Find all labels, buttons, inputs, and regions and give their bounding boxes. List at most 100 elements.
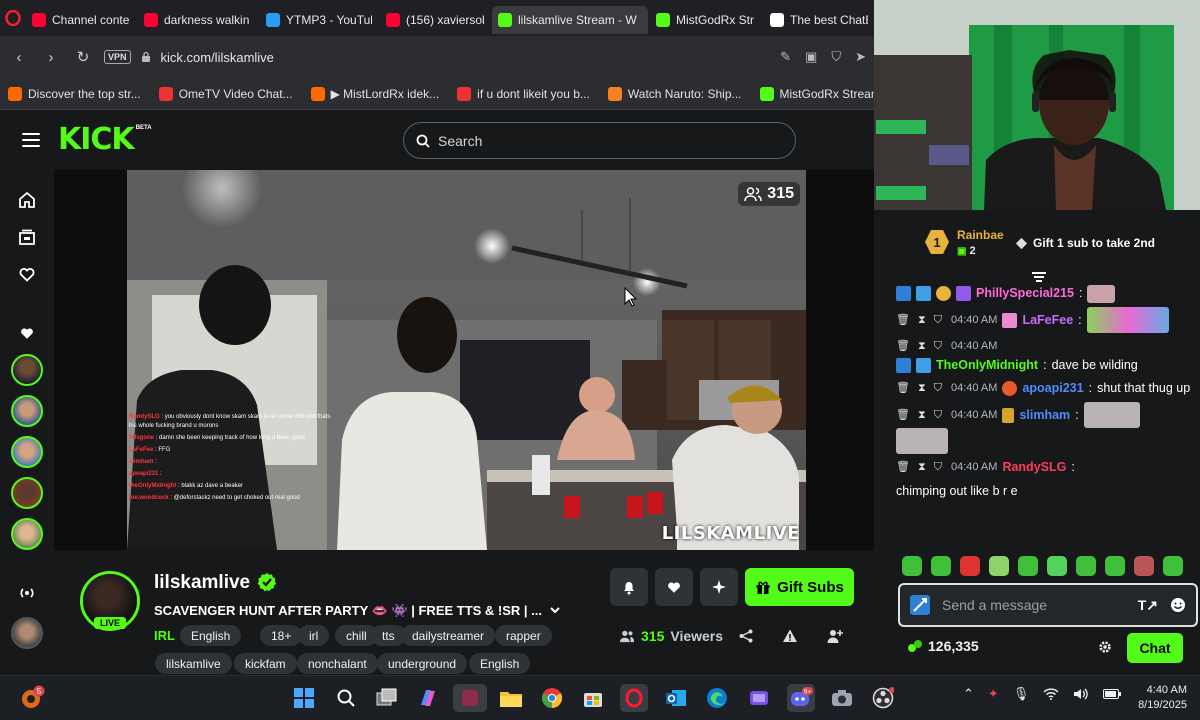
- report-icon[interactable]: [782, 628, 798, 644]
- user-plus-icon[interactable]: [827, 628, 843, 644]
- stream-tag[interactable]: nonchalant: [297, 653, 378, 674]
- obs-icon[interactable]: [869, 684, 897, 712]
- text-format-icon[interactable]: T↗: [1138, 597, 1158, 614]
- followed-channel-avatar[interactable]: [11, 436, 43, 468]
- timeout-icon[interactable]: ⧗: [918, 379, 926, 398]
- opera-gx-icon[interactable]: 5: [18, 684, 46, 712]
- stream-tag[interactable]: rapper: [495, 625, 552, 646]
- reload-icon[interactable]: ↻: [72, 46, 94, 68]
- followed-channel-avatar[interactable]: [11, 395, 43, 427]
- browser-tab[interactable]: Channel content: [26, 6, 136, 34]
- bookmark-item[interactable]: if u dont likeit you b...: [457, 86, 590, 101]
- browser-tab[interactable]: lilskamlive Stream - W: [492, 6, 648, 34]
- ban-icon[interactable]: ⛉: [934, 311, 942, 330]
- quick-emote[interactable]: [1105, 556, 1125, 576]
- chat-username[interactable]: LaFeFee: [1022, 311, 1073, 330]
- timeout-icon[interactable]: ⧗: [918, 337, 926, 356]
- followed-channel-avatar[interactable]: [11, 477, 43, 509]
- sparkle-button[interactable]: [700, 568, 738, 606]
- stream-tag[interactable]: English: [180, 625, 242, 646]
- following-icon[interactable]: [16, 263, 38, 285]
- task-view-icon[interactable]: [373, 684, 401, 712]
- pinned-app-icon[interactable]: [453, 684, 487, 712]
- stream-tag[interactable]: kickfam: [234, 653, 297, 674]
- chat-message-input[interactable]: [942, 597, 1126, 613]
- edit-icon[interactable]: ✎: [780, 49, 791, 65]
- gear-icon[interactable]: [1098, 640, 1112, 654]
- ban-icon[interactable]: ⛉: [934, 379, 942, 398]
- stream-tag[interactable]: 18+: [260, 625, 303, 646]
- chat-username[interactable]: slimham: [1019, 406, 1070, 425]
- quick-emote[interactable]: [989, 556, 1009, 576]
- recommended-channel-avatar[interactable]: [11, 617, 43, 649]
- chevron-down-icon[interactable]: [548, 603, 562, 617]
- delete-icon[interactable]: 🗑︎: [896, 406, 910, 425]
- stream-tag[interactable]: irl: [298, 625, 330, 646]
- share-icon[interactable]: [738, 628, 754, 644]
- quick-emote[interactable]: [1047, 556, 1067, 576]
- stream-tag[interactable]: lilskamlive: [155, 653, 232, 674]
- shield-icon[interactable]: ⛉: [831, 49, 841, 65]
- bookmark-item[interactable]: ▶ MistLordRx idek...: [310, 86, 439, 101]
- windows-start-icon[interactable]: [290, 684, 318, 712]
- chevron-up-icon[interactable]: ⌃: [963, 686, 974, 702]
- video-player[interactable]: RandySLG : you obviously dont know skam …: [127, 170, 806, 550]
- timeout-icon[interactable]: ⧗: [918, 311, 926, 330]
- timeout-icon[interactable]: ⧗: [918, 406, 926, 425]
- bookmark-item[interactable]: Discover the top str...: [8, 86, 141, 101]
- store-icon[interactable]: [579, 684, 607, 712]
- chrome-icon[interactable]: [538, 684, 566, 712]
- volume-icon[interactable]: [1073, 687, 1089, 701]
- followed-channel-avatar[interactable]: [11, 518, 43, 550]
- quick-emote[interactable]: [1018, 556, 1038, 576]
- follow-button[interactable]: [655, 568, 693, 606]
- camera-icon[interactable]: ▣: [805, 49, 817, 65]
- kick-logo[interactable]: KICK BETA: [40, 125, 152, 155]
- home-icon[interactable]: [16, 189, 38, 211]
- stream-tag[interactable]: dailystreamer: [401, 625, 496, 646]
- taskbar-clock[interactable]: 4:40 AM 8/19/2025: [1123, 683, 1187, 713]
- url-field[interactable]: kick.com/lilskamlive: [161, 50, 771, 65]
- ban-icon[interactable]: ⛉: [934, 406, 942, 425]
- gift-prompt[interactable]: Gift 1 sub to take 2nd: [1015, 236, 1155, 250]
- gift-subs-button[interactable]: Gift Subs: [745, 568, 854, 606]
- chat-username[interactable]: apoapi231: [1022, 379, 1083, 398]
- stream-tag[interactable]: underground: [377, 653, 468, 674]
- chat-username[interactable]: TheOnlyMidnight: [936, 356, 1038, 375]
- browser-tab[interactable]: The best ChatBo: [764, 6, 874, 34]
- browser-tab[interactable]: (156) xaviersobase: [380, 6, 490, 34]
- chat-send-button[interactable]: Chat: [1127, 633, 1183, 663]
- timeout-icon[interactable]: ⧗: [918, 458, 926, 477]
- channel-points[interactable]: 126,335: [907, 638, 979, 654]
- camera-app-icon[interactable]: [828, 684, 856, 712]
- browser-tab[interactable]: MistGodRx Str: [650, 6, 762, 34]
- delete-icon[interactable]: 🗑︎: [896, 311, 910, 330]
- category-link[interactable]: IRL: [154, 628, 175, 643]
- delete-icon[interactable]: 🗑︎: [896, 379, 910, 398]
- file-explorer-icon[interactable]: [497, 684, 525, 712]
- delete-icon[interactable]: 🗑︎: [896, 458, 910, 477]
- quick-emote[interactable]: [960, 556, 980, 576]
- forward-icon[interactable]: ›: [40, 46, 62, 68]
- discord-icon[interactable]: 9+: [787, 684, 815, 712]
- copilot-icon[interactable]: [414, 684, 442, 712]
- followed-channel-avatar[interactable]: [11, 354, 43, 386]
- emoji-icon[interactable]: [1170, 597, 1186, 613]
- chat-sort-icon[interactable]: [1032, 272, 1046, 282]
- chat-username[interactable]: PhillySpecial215: [976, 284, 1074, 303]
- quick-emote[interactable]: [1076, 556, 1096, 576]
- microphone-icon[interactable]: 🎙︎: [1013, 686, 1030, 702]
- delete-icon[interactable]: 🗑︎: [896, 337, 910, 356]
- opera-menu-icon[interactable]: [0, 0, 26, 36]
- clipchamp-icon[interactable]: [745, 684, 773, 712]
- quick-emote[interactable]: [1134, 556, 1154, 576]
- browse-icon[interactable]: [16, 226, 38, 248]
- browser-tab[interactable]: darkness walkin p: [138, 6, 258, 34]
- quick-emote[interactable]: [1163, 556, 1183, 576]
- search-bar[interactable]: [403, 122, 796, 159]
- hamburger-menu-icon[interactable]: [22, 133, 40, 147]
- bookmark-item[interactable]: OmeTV Video Chat...: [158, 86, 293, 101]
- quick-emote[interactable]: [931, 556, 951, 576]
- bookmark-item[interactable]: Watch Naruto: Ship...: [607, 86, 742, 101]
- back-icon[interactable]: ‹: [8, 46, 30, 68]
